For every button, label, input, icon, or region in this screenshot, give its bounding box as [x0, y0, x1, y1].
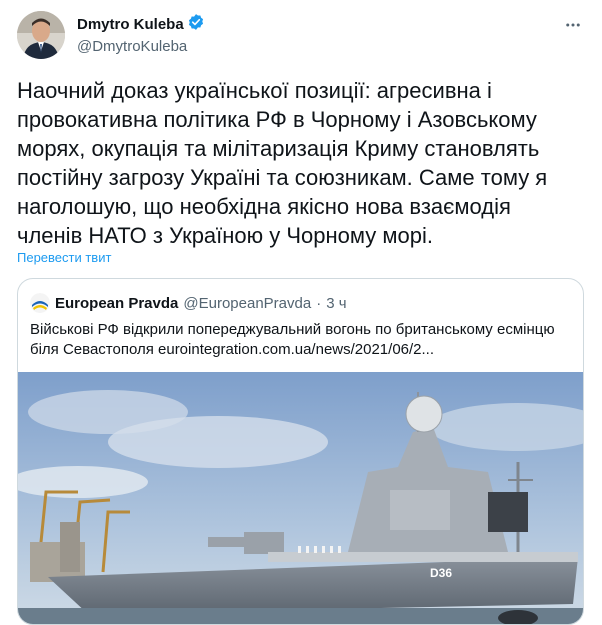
translate-tweet-link[interactable]: Перевести твит — [17, 250, 111, 265]
author-name[interactable]: Dmytro Kuleba — [77, 15, 184, 35]
quoted-author-handle[interactable]: @EuropeanPravda — [183, 295, 311, 312]
tweet[interactable]: Dmytro Kuleba @DmytroKuleba Наочний дока… — [0, 0, 602, 625]
more-options-icon[interactable] — [562, 14, 584, 36]
author-handle[interactable]: @DmytroKuleba — [77, 37, 205, 57]
hull-number-text: D36 — [430, 566, 452, 580]
quoted-author-name[interactable]: European Pravda — [55, 295, 178, 312]
quoted-separator: · — [316, 294, 322, 312]
quoted-tweet-text: Військові РФ відкрили попереджувальний в… — [30, 321, 555, 358]
tweet-text: Наочний доказ української позиції: агрес… — [17, 78, 548, 248]
verified-badge-icon — [187, 13, 205, 36]
quoted-tweet[interactable]: European Pravda @EuropeanPravda · 3 ч Ві… — [17, 278, 584, 625]
warship-photo[interactable]: D36 — [18, 372, 583, 624]
author-avatar[interactable] — [17, 11, 65, 59]
quoted-timestamp[interactable]: 3 ч — [326, 295, 346, 312]
author-block: Dmytro Kuleba @DmytroKuleba — [77, 13, 205, 57]
quoted-tweet-header: European Pravda @EuropeanPravda · 3 ч — [30, 293, 347, 313]
quoted-author-avatar[interactable] — [30, 293, 50, 313]
